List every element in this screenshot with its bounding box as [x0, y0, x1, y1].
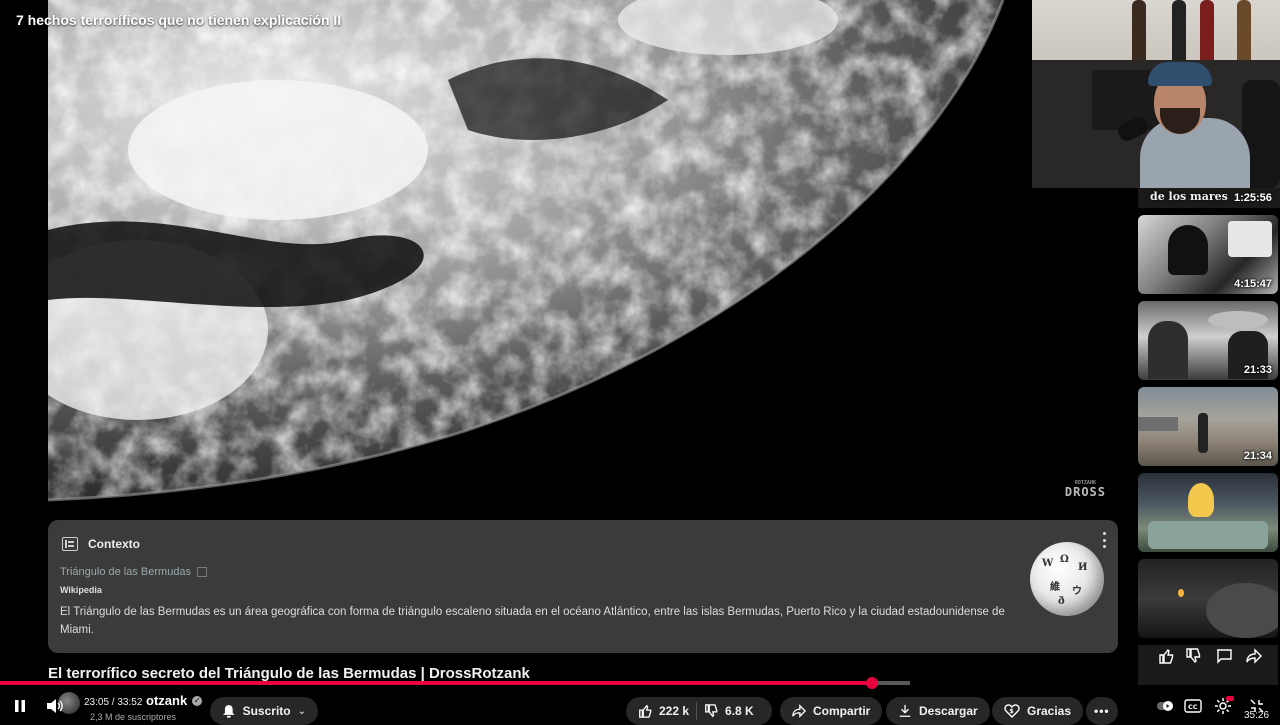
more-actions-button[interactable]: ••• [1086, 697, 1118, 725]
suggested-thumb-3[interactable]: 21:33 [1138, 301, 1278, 380]
thumb-figure [1198, 413, 1208, 453]
earth-image [48, 0, 1118, 510]
progress-fill [0, 681, 872, 685]
context-description: El Triángulo de las Bermudas es un área … [60, 606, 1005, 636]
ellipsis-icon: ••• [1094, 704, 1110, 718]
context-source-title: Triángulo de las Bermudas [60, 566, 192, 578]
wikipedia-logo-icon: W Ω И 維 ウ ð [1030, 542, 1104, 616]
time-display: 23:05 / 33:52 [84, 697, 143, 708]
shorts-dislike-icon[interactable] [1185, 648, 1201, 669]
progress-bar[interactable] [0, 677, 910, 689]
download-button[interactable]: Descargar [886, 697, 990, 725]
thumb-duration: 4:15:47 [1234, 278, 1272, 290]
like-count: 222 k [659, 704, 690, 718]
volume-button[interactable] [44, 690, 66, 722]
player-video-title[interactable]: 7 hechos terroríficos que no tienen expl… [16, 12, 341, 28]
context-header: Contexto [62, 532, 140, 556]
suggested-thumb-5[interactable] [1138, 473, 1278, 552]
captions-button[interactable]: CC [1182, 690, 1204, 722]
suggested-thumb-2[interactable]: 4:15:47 [1138, 215, 1278, 294]
ufo-shape [1208, 311, 1268, 329]
thumb-figure [1168, 225, 1208, 275]
guitar-shape [1200, 0, 1214, 66]
svg-text:$: $ [1010, 708, 1014, 715]
shorts-like-icon[interactable] [1158, 648, 1174, 669]
share-icon [792, 704, 806, 718]
progress-scrubber[interactable] [865, 677, 878, 689]
shorts-share-icon[interactable] [1246, 648, 1262, 669]
more-options-icon[interactable] [1102, 532, 1106, 548]
video-frame[interactable]: ROTZANK DROSS [48, 0, 1118, 510]
bell-icon [222, 705, 235, 718]
hd-badge [1226, 696, 1234, 701]
captions-icon: CC [1184, 699, 1202, 713]
guitar-shape [1132, 0, 1146, 66]
suggested-thumb-6[interactable] [1138, 559, 1278, 638]
thumb-duration: 21:33 [1243, 364, 1272, 376]
volume-icon [47, 699, 63, 713]
autoplay-icon [1157, 701, 1173, 711]
thumb-duration: 21:34 [1243, 450, 1272, 462]
shorts-comment-icon[interactable] [1216, 648, 1232, 669]
subscriber-count: 2,3 M de suscriptores [90, 712, 177, 722]
verified-icon: ✓ [192, 695, 203, 706]
thumb-figure [1206, 583, 1278, 638]
chevron-down-icon: ⌄ [297, 705, 306, 717]
suggested-thumb-4[interactable]: 21:34 [1138, 387, 1278, 466]
guitar-shape [1172, 0, 1186, 66]
subscribed-button[interactable]: Suscrito ⌄ [210, 697, 318, 725]
heart-dollar-icon: $ [1004, 704, 1020, 718]
context-title: Contexto [88, 537, 140, 551]
context-source-link[interactable]: Triángulo de las Bermudas [60, 566, 208, 578]
context-icon [62, 537, 78, 551]
context-panel: Contexto Triángulo de las Bermudas Wikip… [48, 520, 1118, 653]
settings-button[interactable] [1212, 690, 1234, 722]
cartoon-figure [1188, 483, 1214, 517]
thanks-button[interactable]: $ Gracias [992, 697, 1084, 725]
share-button[interactable]: Compartir [780, 697, 883, 725]
dislike-count: 6.8 K [725, 704, 754, 718]
car-shape [1138, 417, 1178, 431]
corner-duration: 35:26 [1244, 710, 1270, 721]
candle-icon [1178, 589, 1184, 597]
svg-text:CC: CC [1188, 703, 1198, 711]
thumb-duration: 1:25:56 [1234, 192, 1272, 204]
download-icon [899, 704, 911, 717]
thumb-inset [1228, 221, 1272, 257]
autoplay-toggle[interactable] [1154, 690, 1176, 722]
pause-button[interactable] [10, 690, 30, 722]
like-dislike-group[interactable]: 222 k 6.8 K [626, 697, 772, 725]
video-title: El terrorífico secreto del Triángulo de … [48, 665, 530, 682]
context-provider: Wikipedia [60, 585, 102, 595]
thumb-caption: de los mares [1150, 190, 1228, 203]
external-link-icon [197, 567, 208, 577]
pause-icon [15, 700, 25, 712]
channel-watermark: ROTZANK DROSS [1064, 480, 1106, 499]
thumb-figure [1148, 321, 1188, 379]
person-cap [1148, 62, 1212, 86]
bus-shape [1148, 521, 1268, 549]
dislike-icon[interactable] [704, 704, 718, 718]
webcam-overlay [1032, 0, 1280, 188]
guitar-shape [1237, 0, 1251, 66]
like-icon[interactable] [638, 704, 652, 718]
